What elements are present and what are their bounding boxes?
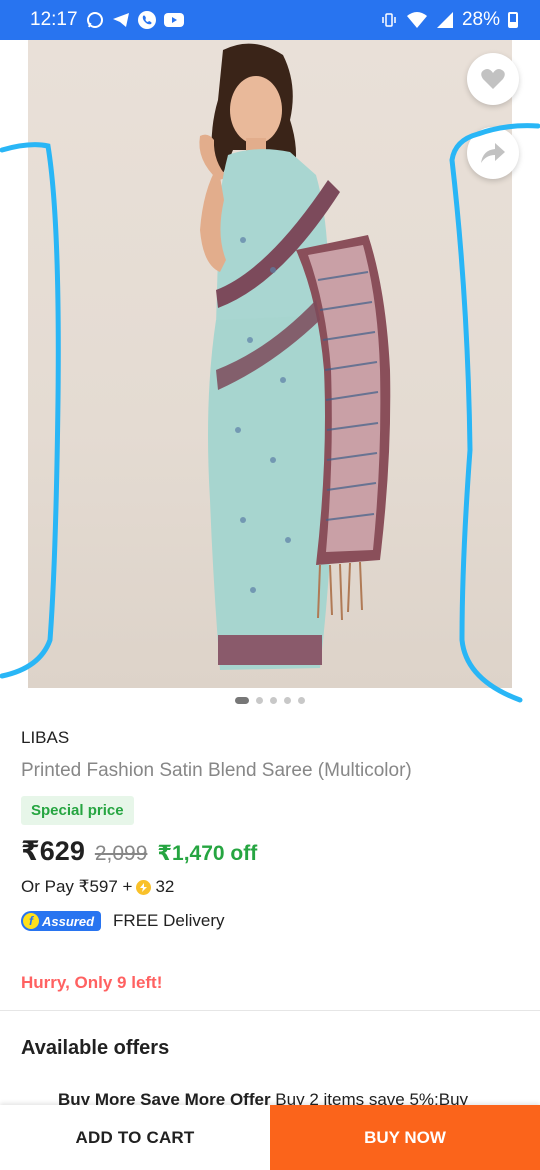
price-row: ₹629 2,099 ₹1,470 off <box>21 836 257 867</box>
pager-dot[interactable] <box>270 697 277 704</box>
original-price: 2,099 <box>94 842 148 865</box>
product-photo[interactable] <box>28 40 512 688</box>
stock-warning: Hurry, Only 9 left! <box>21 973 163 992</box>
offers-heading: Available offers <box>21 1037 170 1059</box>
product-title: Printed Fashion Satin Blend Saree (Multi… <box>21 760 412 781</box>
phone-icon <box>137 11 156 29</box>
gallery-pager[interactable] <box>0 697 540 704</box>
battery-percent: 28% <box>461 9 500 30</box>
status-time: 12:17 <box>30 9 78 30</box>
bottom-action-bar: ADD TO CART BUY NOW <box>0 1105 540 1170</box>
wishlist-button[interactable] <box>467 53 519 105</box>
section-divider <box>0 1010 540 1011</box>
delivery-info: FREE Delivery <box>113 911 225 930</box>
add-to-cart-button[interactable]: ADD TO CART <box>0 1105 270 1170</box>
flipkart-f-icon: f <box>23 913 39 929</box>
pager-dot[interactable] <box>298 697 305 704</box>
assured-label: Assured <box>42 913 95 929</box>
special-price-badge: Special price <box>21 796 134 825</box>
share-icon <box>481 143 505 163</box>
whatsapp-icon <box>86 11 104 29</box>
share-button[interactable] <box>467 127 519 179</box>
or-pay-text: Or Pay ₹597 + <box>21 877 133 896</box>
supercoin-pay-option: Or Pay ₹597 + 32 <box>21 877 174 897</box>
signal-icon <box>436 11 454 29</box>
wifi-icon <box>406 11 428 29</box>
assured-delivery-row: f Assured FREE Delivery <box>21 911 225 931</box>
pager-dot[interactable] <box>256 697 263 704</box>
product-gallery[interactable] <box>0 40 540 690</box>
discount-amount: ₹1,470 off <box>157 842 258 865</box>
youtube-icon <box>163 12 184 28</box>
heart-icon <box>481 69 505 89</box>
brand-name[interactable]: LIBAS <box>21 728 69 748</box>
supercoin-icon <box>136 879 152 895</box>
assured-badge: f Assured <box>21 911 102 931</box>
pager-dot-active[interactable] <box>235 697 249 704</box>
battery-icon <box>508 12 518 28</box>
coin-count: 32 <box>155 877 175 896</box>
status-bar: 12:17 28% <box>0 0 540 40</box>
saree-photo-illustration <box>199 43 391 670</box>
vibrate-icon <box>380 11 398 29</box>
telegram-icon <box>112 11 130 29</box>
selling-price: ₹629 <box>21 836 85 866</box>
buy-now-button[interactable]: BUY NOW <box>270 1105 540 1170</box>
pager-dot[interactable] <box>284 697 291 704</box>
